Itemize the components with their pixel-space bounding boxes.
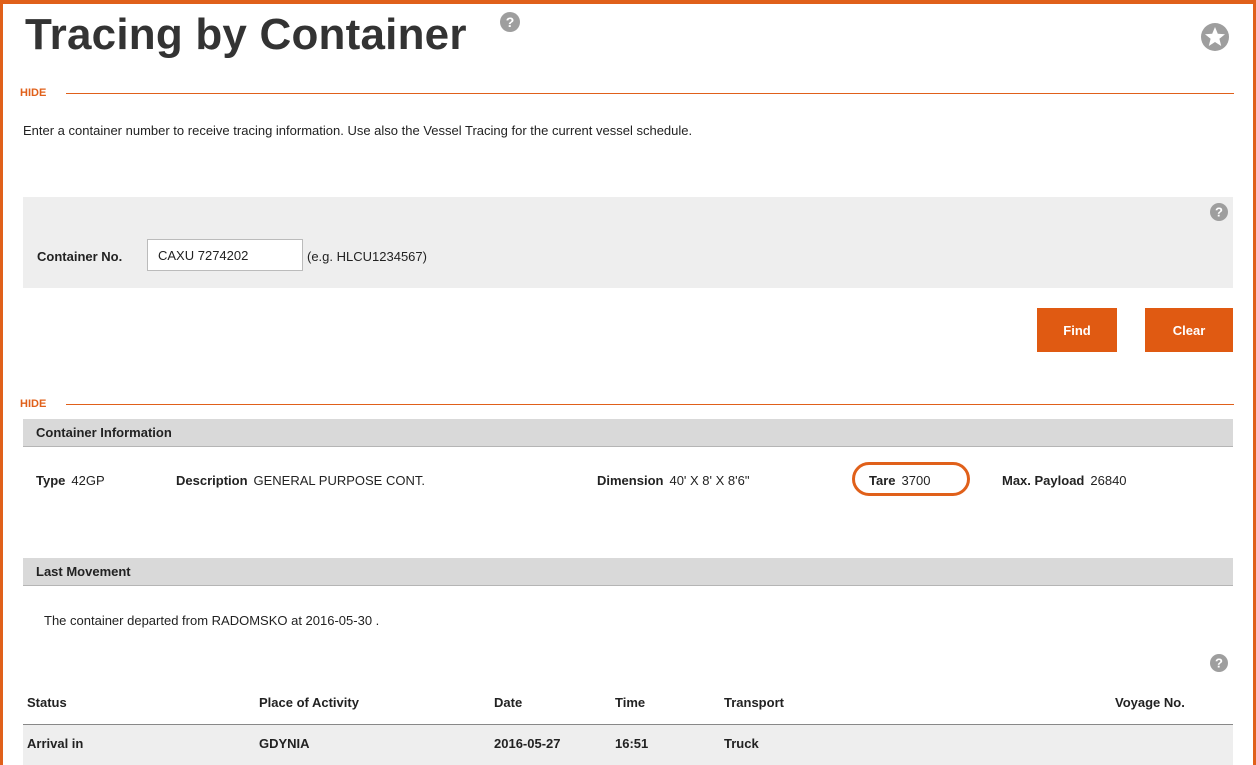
clear-button[interactable]: Clear <box>1145 308 1233 352</box>
last-movement-header: Last Movement <box>23 558 1233 586</box>
payload-value: 26840 <box>1090 473 1127 488</box>
column-voyage[interactable]: Voyage No. <box>1115 695 1185 710</box>
svg-text:?: ? <box>1215 205 1223 220</box>
row-status: Arrival in <box>27 736 84 751</box>
row-transport: Truck <box>724 736 759 751</box>
container-number-example: (e.g. HLCU1234567) <box>307 249 427 264</box>
column-transport[interactable]: Transport <box>724 695 784 710</box>
row-time: 16:51 <box>615 736 649 751</box>
tare-highlight-ellipse <box>852 462 970 496</box>
help-icon[interactable]: ? <box>1210 654 1228 677</box>
svg-text:?: ? <box>506 14 515 30</box>
search-panel: ? Container No. (e.g. HLCU1234567) <box>23 197 1233 288</box>
dimension-label: Dimension <box>597 473 664 488</box>
find-button[interactable]: Find <box>1037 308 1117 352</box>
page-frame <box>0 0 1256 765</box>
movement-table-header: Status Place of Activity Date Time Trans… <box>23 684 1233 725</box>
table-row[interactable]: Arrival in GDYNIA 2016-05-27 16:51 Truck <box>23 725 1233 765</box>
results-hide-toggle[interactable]: HIDE <box>20 397 1234 411</box>
type-label: Type <box>36 473 66 488</box>
column-status[interactable]: Status <box>27 695 67 710</box>
svg-text:?: ? <box>1215 656 1223 671</box>
help-icon[interactable]: ? <box>1210 203 1228 226</box>
divider <box>66 93 1234 94</box>
dimension-field: Dimension 40' X 8' X 8'6" <box>597 473 749 488</box>
description-value: GENERAL PURPOSE CONT. <box>253 473 425 488</box>
container-info-row: Type 42GP Description GENERAL PURPOSE CONT… <box>0 473 1256 493</box>
page-title: Tracing by Container <box>25 10 467 59</box>
container-number-label: Container No. <box>37 249 123 264</box>
intro-text: Enter a container number to receive trac… <box>23 123 693 138</box>
row-place: GDYNIA <box>259 736 310 751</box>
type-value: 42GP <box>71 473 105 488</box>
column-time[interactable]: Time <box>615 695 645 710</box>
payload-label: Max. Payload <box>1002 473 1085 488</box>
column-date[interactable]: Date <box>494 695 522 710</box>
payload-field: Max. Payload 26840 <box>1002 473 1127 488</box>
divider <box>66 404 1234 405</box>
star-icon[interactable] <box>1200 22 1230 57</box>
container-info-header: Container Information <box>23 419 1233 447</box>
search-hide-toggle[interactable]: HIDE <box>20 86 1234 100</box>
container-number-input[interactable] <box>147 239 303 271</box>
description-field: Description GENERAL PURPOSE CONT. <box>176 473 425 488</box>
help-icon[interactable]: ? <box>500 12 520 37</box>
last-movement-text: The container departed from RADOMSKO at … <box>44 613 380 628</box>
description-label: Description <box>176 473 248 488</box>
row-date: 2016-05-27 <box>494 736 561 751</box>
hide-link[interactable]: HIDE <box>20 397 46 411</box>
type-field: Type 42GP <box>36 473 105 488</box>
dimension-value: 40' X 8' X 8'6" <box>669 473 750 488</box>
hide-link[interactable]: HIDE <box>20 86 46 100</box>
column-place[interactable]: Place of Activity <box>259 695 359 710</box>
